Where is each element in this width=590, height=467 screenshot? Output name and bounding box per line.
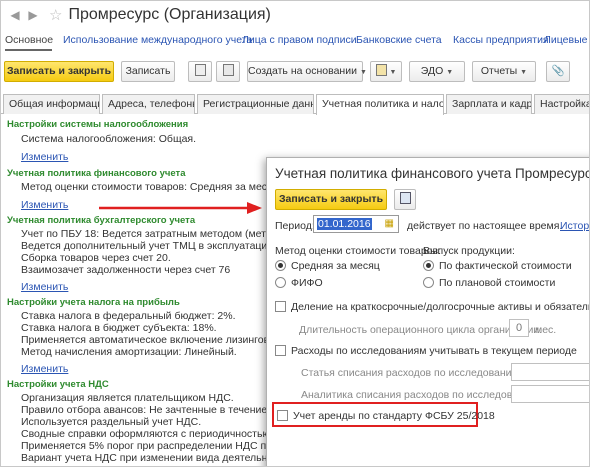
create-based-button[interactable]: Создать на основании ▼ (247, 61, 367, 82)
acc-policy-line: Сборка товаров через счет 20. (21, 252, 171, 264)
main-window: ◀ ▶ ☆ Промресурс (Организация) Основное … (0, 0, 590, 467)
section-link-bar: Основное Использование международного уч… (1, 34, 589, 51)
reports-button[interactable]: Отчеты ▼ (472, 61, 536, 82)
profit-tax-line: Метод начисления амортизации: Линейный. (21, 346, 237, 358)
acc-policy-change-link[interactable]: Изменить (21, 281, 68, 293)
fin-policy-change-link[interactable]: Изменить (21, 199, 68, 211)
profit-tax-title: Настройки учета налога на прибыль (7, 297, 180, 308)
tab-addresses[interactable]: Адреса, телефоны (102, 94, 195, 114)
print-menu-button[interactable]: ▼ (370, 61, 402, 82)
tab-bar: Общая информация Адреса, телефоны Регист… (1, 94, 589, 115)
period-value: 01.01.2016 (317, 218, 372, 230)
profit-tax-change-link[interactable]: Изменить (21, 363, 68, 375)
create-based-label: Создать на основании (248, 65, 357, 77)
split-assets-label: Деление на краткосрочные/долгосрочные ак… (291, 301, 590, 313)
dialog-save-icon[interactable] (394, 189, 416, 210)
arrow-left-icon[interactable]: ◀ (7, 7, 23, 23)
tab-accounting-policy[interactable]: Учетная политика и налоги (316, 94, 444, 115)
fin-policy-line: Метод оценки стоимости товаров: Средняя … (21, 181, 282, 193)
document-icon[interactable] (188, 61, 212, 82)
link-intl-accounting[interactable]: Использование международного учета (63, 34, 252, 46)
reports-label: Отчеты (480, 65, 518, 77)
dialog-save-close-button[interactable]: Записать и закрыть (275, 189, 387, 210)
save-button[interactable]: Записать (121, 61, 175, 82)
research-expenses-checkbox[interactable]: Расходы по исследованиям учитывать в тек… (275, 344, 577, 357)
output-planned-label: По плановой стоимости (439, 277, 556, 289)
star-icon[interactable]: ☆ (49, 6, 62, 24)
title-bar: ◀ ▶ ☆ Промресурс (Организация) (1, 1, 589, 29)
method-fifo-radio[interactable]: ФИФО (275, 276, 323, 289)
history-link[interactable]: История из (560, 220, 589, 232)
method-average-radio[interactable]: Средняя за месяц (275, 259, 380, 272)
fin-policy-title: Учетная политика финансового учета (7, 168, 186, 179)
tax-system-change-link[interactable]: Изменить (21, 151, 68, 163)
cycle-input[interactable]: 0 (509, 319, 529, 337)
arrow-right-icon[interactable]: ▶ (25, 7, 41, 23)
link-bank-accounts[interactable]: Банковские счета (356, 34, 442, 46)
split-assets-checkbox[interactable]: Деление на краткосрочные/долгосрочные ак… (275, 300, 590, 313)
tab-general[interactable]: Общая информация (3, 94, 100, 114)
research-analytics-label: Аналитика списания расходов по исследова… (301, 389, 546, 401)
link-cash-desks[interactable]: Кассы предприятия (453, 34, 549, 46)
vat-line: Организация является плательщиком НДС. (21, 392, 234, 404)
toolbar: Записать и закрыть Записать Создать на о… (1, 61, 589, 83)
tab-payroll[interactable]: Зарплата и кадры (446, 94, 532, 114)
tab-registration[interactable]: Регистрационные данные (197, 94, 314, 114)
research-expenses-label: Расходы по исследованиям учитывать в тек… (291, 345, 577, 357)
output-actual-radio[interactable]: По фактической стоимости (423, 259, 572, 272)
research-article-label: Статья списания расходов по исследования… (301, 367, 528, 379)
acc-policy-title: Учетная политика бухгалтерского учета (7, 215, 196, 226)
period-input[interactable]: 01.01.2016 ▦ (313, 215, 399, 233)
vat-line: Используется раздельный учет НДС. (21, 416, 202, 428)
cycle-unit: мес. (535, 324, 557, 336)
output-label: Выпуск продукции: (423, 245, 515, 257)
output-planned-radio[interactable]: По плановой стоимости (423, 276, 556, 289)
attachment-icon[interactable]: 📎 (546, 61, 570, 82)
tab-settings[interactable]: Настройка (534, 94, 589, 114)
period-label: Период: (275, 220, 315, 232)
edo-button[interactable]: ЭДО ▼ (409, 61, 465, 82)
window-title: Промресурс (Организация) (68, 6, 271, 23)
output-actual-label: По фактической стоимости (439, 260, 572, 272)
red-arrow-icon (99, 202, 262, 214)
save-close-button[interactable]: Записать и закрыть (4, 61, 114, 82)
print-icon (375, 64, 387, 77)
lease-fsbu-checkbox[interactable]: Учет аренды по стандарту ФСБУ 25/2018 (277, 409, 495, 422)
link-main[interactable]: Основное (5, 34, 53, 46)
tax-system-line: Система налогообложения: Общая. (21, 133, 197, 145)
acc-policy-line: Взаимозачет задолженности через счет 76 (21, 264, 231, 276)
profit-tax-line: Ставка налога в федеральный бюджет: 2%. (21, 310, 236, 322)
cycle-label: Длительность операционного цикла организ… (299, 324, 543, 336)
tax-system-title: Настройки системы налогообложения (7, 119, 189, 130)
link-personal-accounts[interactable]: Лицевые с (544, 34, 589, 46)
fin-policy-dialog: Учетная политика финансового учета Промр… (266, 157, 590, 466)
edo-label: ЭДО (420, 65, 444, 77)
link-signers[interactable]: Лица с правом подписи (242, 34, 357, 46)
research-article-input[interactable] (511, 363, 589, 381)
acc-policy-line: Учет по ПБУ 18: Ведется затратным методо… (21, 228, 304, 240)
vat-title: Настройки учета НДС (7, 379, 109, 390)
method-average-label: Средняя за месяц (291, 260, 380, 272)
active-link-underline (5, 49, 52, 51)
method-label: Метод оценки стоимости товаров: (275, 245, 442, 257)
vat-line: Правило отбора авансов: Не зачтенные в т… (21, 404, 306, 416)
research-analytics-input[interactable] (511, 385, 589, 403)
period-note: действует по настоящее время. (407, 220, 563, 232)
method-fifo-label: ФИФО (291, 277, 323, 289)
calendar-icon[interactable]: ▦ (385, 218, 394, 229)
list-icon[interactable] (216, 61, 240, 82)
profit-tax-line: Ставка налога в бюджет субъекта: 18%. (21, 322, 217, 334)
dialog-title: Учетная политика финансового учета Промр… (275, 166, 590, 181)
lease-fsbu-label: Учет аренды по стандарту ФСБУ 25/2018 (293, 410, 495, 422)
cycle-value: 0 (516, 322, 523, 334)
